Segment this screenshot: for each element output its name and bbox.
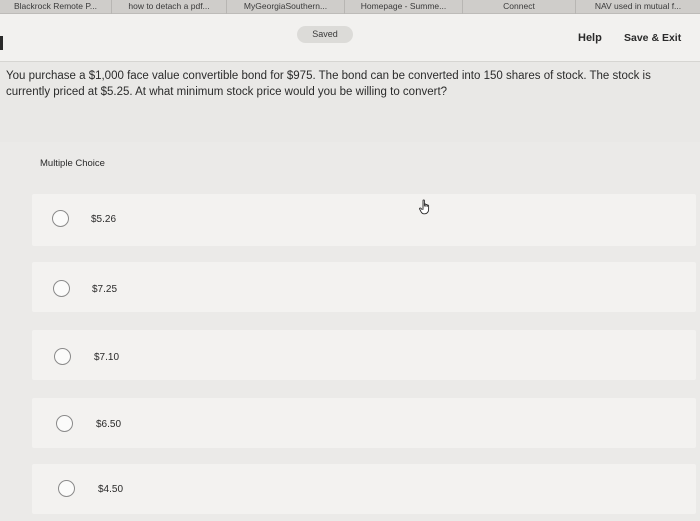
choice-option-5[interactable]: $4.50	[32, 464, 696, 514]
radio-button[interactable]	[54, 348, 71, 365]
choice-label: $7.10	[94, 352, 120, 363]
saved-status-badge: Saved	[297, 26, 353, 43]
bookmark-nav-mutual[interactable]: NAV used in mutual f...	[576, 0, 700, 14]
assignment-toolbar: Saved Help Save & Exit	[0, 14, 700, 62]
bookmark-connect[interactable]: Connect	[463, 0, 576, 14]
choice-option-3[interactable]: $7.10	[32, 330, 696, 380]
choice-option-1[interactable]: $5.26	[32, 194, 696, 246]
bookmark-detach-pdf[interactable]: how to detach a pdf...	[112, 0, 227, 14]
radio-button[interactable]	[53, 280, 70, 297]
bookmarks-bar: Blackrock Remote P... how to detach a pd…	[0, 0, 700, 14]
bookmark-homepage[interactable]: Homepage - Summe...	[345, 0, 463, 14]
choice-option-2[interactable]: $7.25	[32, 262, 696, 312]
hand-pointer-icon	[419, 199, 430, 215]
bookmark-blackrock[interactable]: Blackrock Remote P...	[0, 0, 112, 14]
radio-button[interactable]	[52, 210, 69, 227]
question-text: You purchase a $1,000 face value convert…	[6, 70, 651, 98]
help-button[interactable]: Help	[578, 32, 602, 44]
save-and-exit-button[interactable]: Save & Exit	[624, 32, 681, 44]
choice-label: $4.50	[98, 484, 124, 495]
choice-label: $6.50	[96, 419, 122, 430]
left-edge-marker	[0, 36, 3, 50]
bookmark-mygeorgiasouthern[interactable]: MyGeorgiaSouthern...	[227, 0, 345, 14]
choice-label: $5.26	[91, 214, 117, 225]
multiple-choice-label: Multiple Choice	[40, 158, 105, 169]
choice-option-4[interactable]: $6.50	[32, 398, 696, 448]
choice-label: $7.25	[92, 284, 118, 295]
radio-button[interactable]	[58, 480, 75, 497]
radio-button[interactable]	[56, 415, 73, 432]
